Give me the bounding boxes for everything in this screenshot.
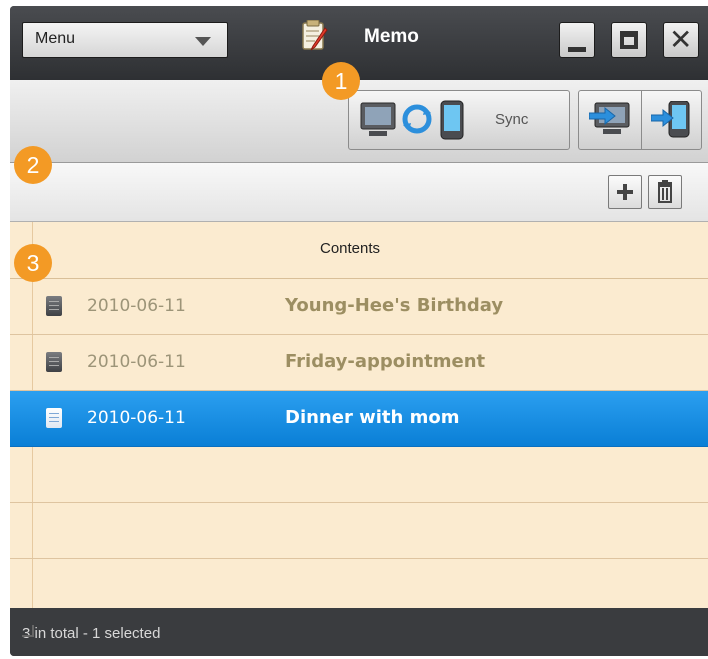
close-icon: ✕ <box>669 23 693 56</box>
minimize-button[interactable] <box>559 22 595 58</box>
pc-to-phone-button[interactable] <box>579 91 642 149</box>
sync-graphic <box>360 100 464 140</box>
menu-label: Menu <box>35 30 76 47</box>
callout-badge: 1 <box>322 62 360 100</box>
resize-grip-icon[interactable] <box>22 625 34 637</box>
item-title: Friday-appointment <box>285 351 486 372</box>
window-title: Memo <box>364 26 419 47</box>
phone-transfer-icon <box>651 101 690 138</box>
memo-item-icon <box>46 352 62 372</box>
phone-icon <box>440 100 464 140</box>
empty-row <box>10 447 708 503</box>
delete-memo-button[interactable] <box>648 175 682 209</box>
callout-badge: 3 <box>14 244 52 282</box>
pc-monitor-icon <box>360 102 396 136</box>
memo-window: Menu Memo ✕ Sync Contents 2010-06-11 You… <box>10 6 708 656</box>
pc-to-phone-transfer-icon <box>589 102 630 134</box>
maximize-button[interactable] <box>611 22 647 58</box>
list-item[interactable]: 2010-06-11 Friday-appointment <box>10 335 708 391</box>
menu-dropdown[interactable]: Menu <box>22 22 228 58</box>
item-date: 2010-06-11 <box>87 352 186 372</box>
status-text: 3 in total - 1 selected <box>22 625 161 642</box>
status-bar: 3 in total - 1 selected <box>10 608 708 656</box>
item-date: 2010-06-11 <box>87 296 186 316</box>
memo-app-icon <box>302 20 328 51</box>
chevron-down-icon <box>195 37 211 46</box>
list-item-selected[interactable]: 2010-06-11 Dinner with mom <box>10 391 708 447</box>
sync-button[interactable]: Sync <box>348 90 570 150</box>
empty-row <box>10 503 708 559</box>
memo-item-icon <box>46 296 62 316</box>
add-memo-button[interactable] <box>608 175 642 209</box>
column-header-label: Contents <box>320 240 381 257</box>
phone-transfer-button[interactable] <box>641 91 701 149</box>
item-title: Dinner with mom <box>285 407 460 428</box>
transfer-button-group <box>578 90 702 150</box>
item-date: 2010-06-11 <box>87 408 186 428</box>
sync-arrows-icon <box>402 104 432 134</box>
callout-badge: 2 <box>14 146 52 184</box>
trash-icon <box>658 180 672 203</box>
list-item[interactable]: 2010-06-11 Young-Hee's Birthday <box>10 279 708 335</box>
column-header-contents[interactable]: Contents <box>10 222 708 279</box>
maximize-icon <box>620 31 638 49</box>
memo-item-icon <box>46 408 62 428</box>
empty-row <box>10 559 708 615</box>
title-bar[interactable]: Menu Memo ✕ <box>10 6 708 80</box>
close-button[interactable]: ✕ <box>663 22 699 58</box>
sync-toolbar: Sync <box>10 80 708 163</box>
item-title: Young-Hee's Birthday <box>285 295 504 316</box>
minimize-icon <box>568 47 586 52</box>
sync-label: Sync <box>495 111 529 128</box>
list-toolbar <box>10 163 708 222</box>
memo-list: Contents 2010-06-11 Young-Hee's Birthday… <box>10 222 708 615</box>
